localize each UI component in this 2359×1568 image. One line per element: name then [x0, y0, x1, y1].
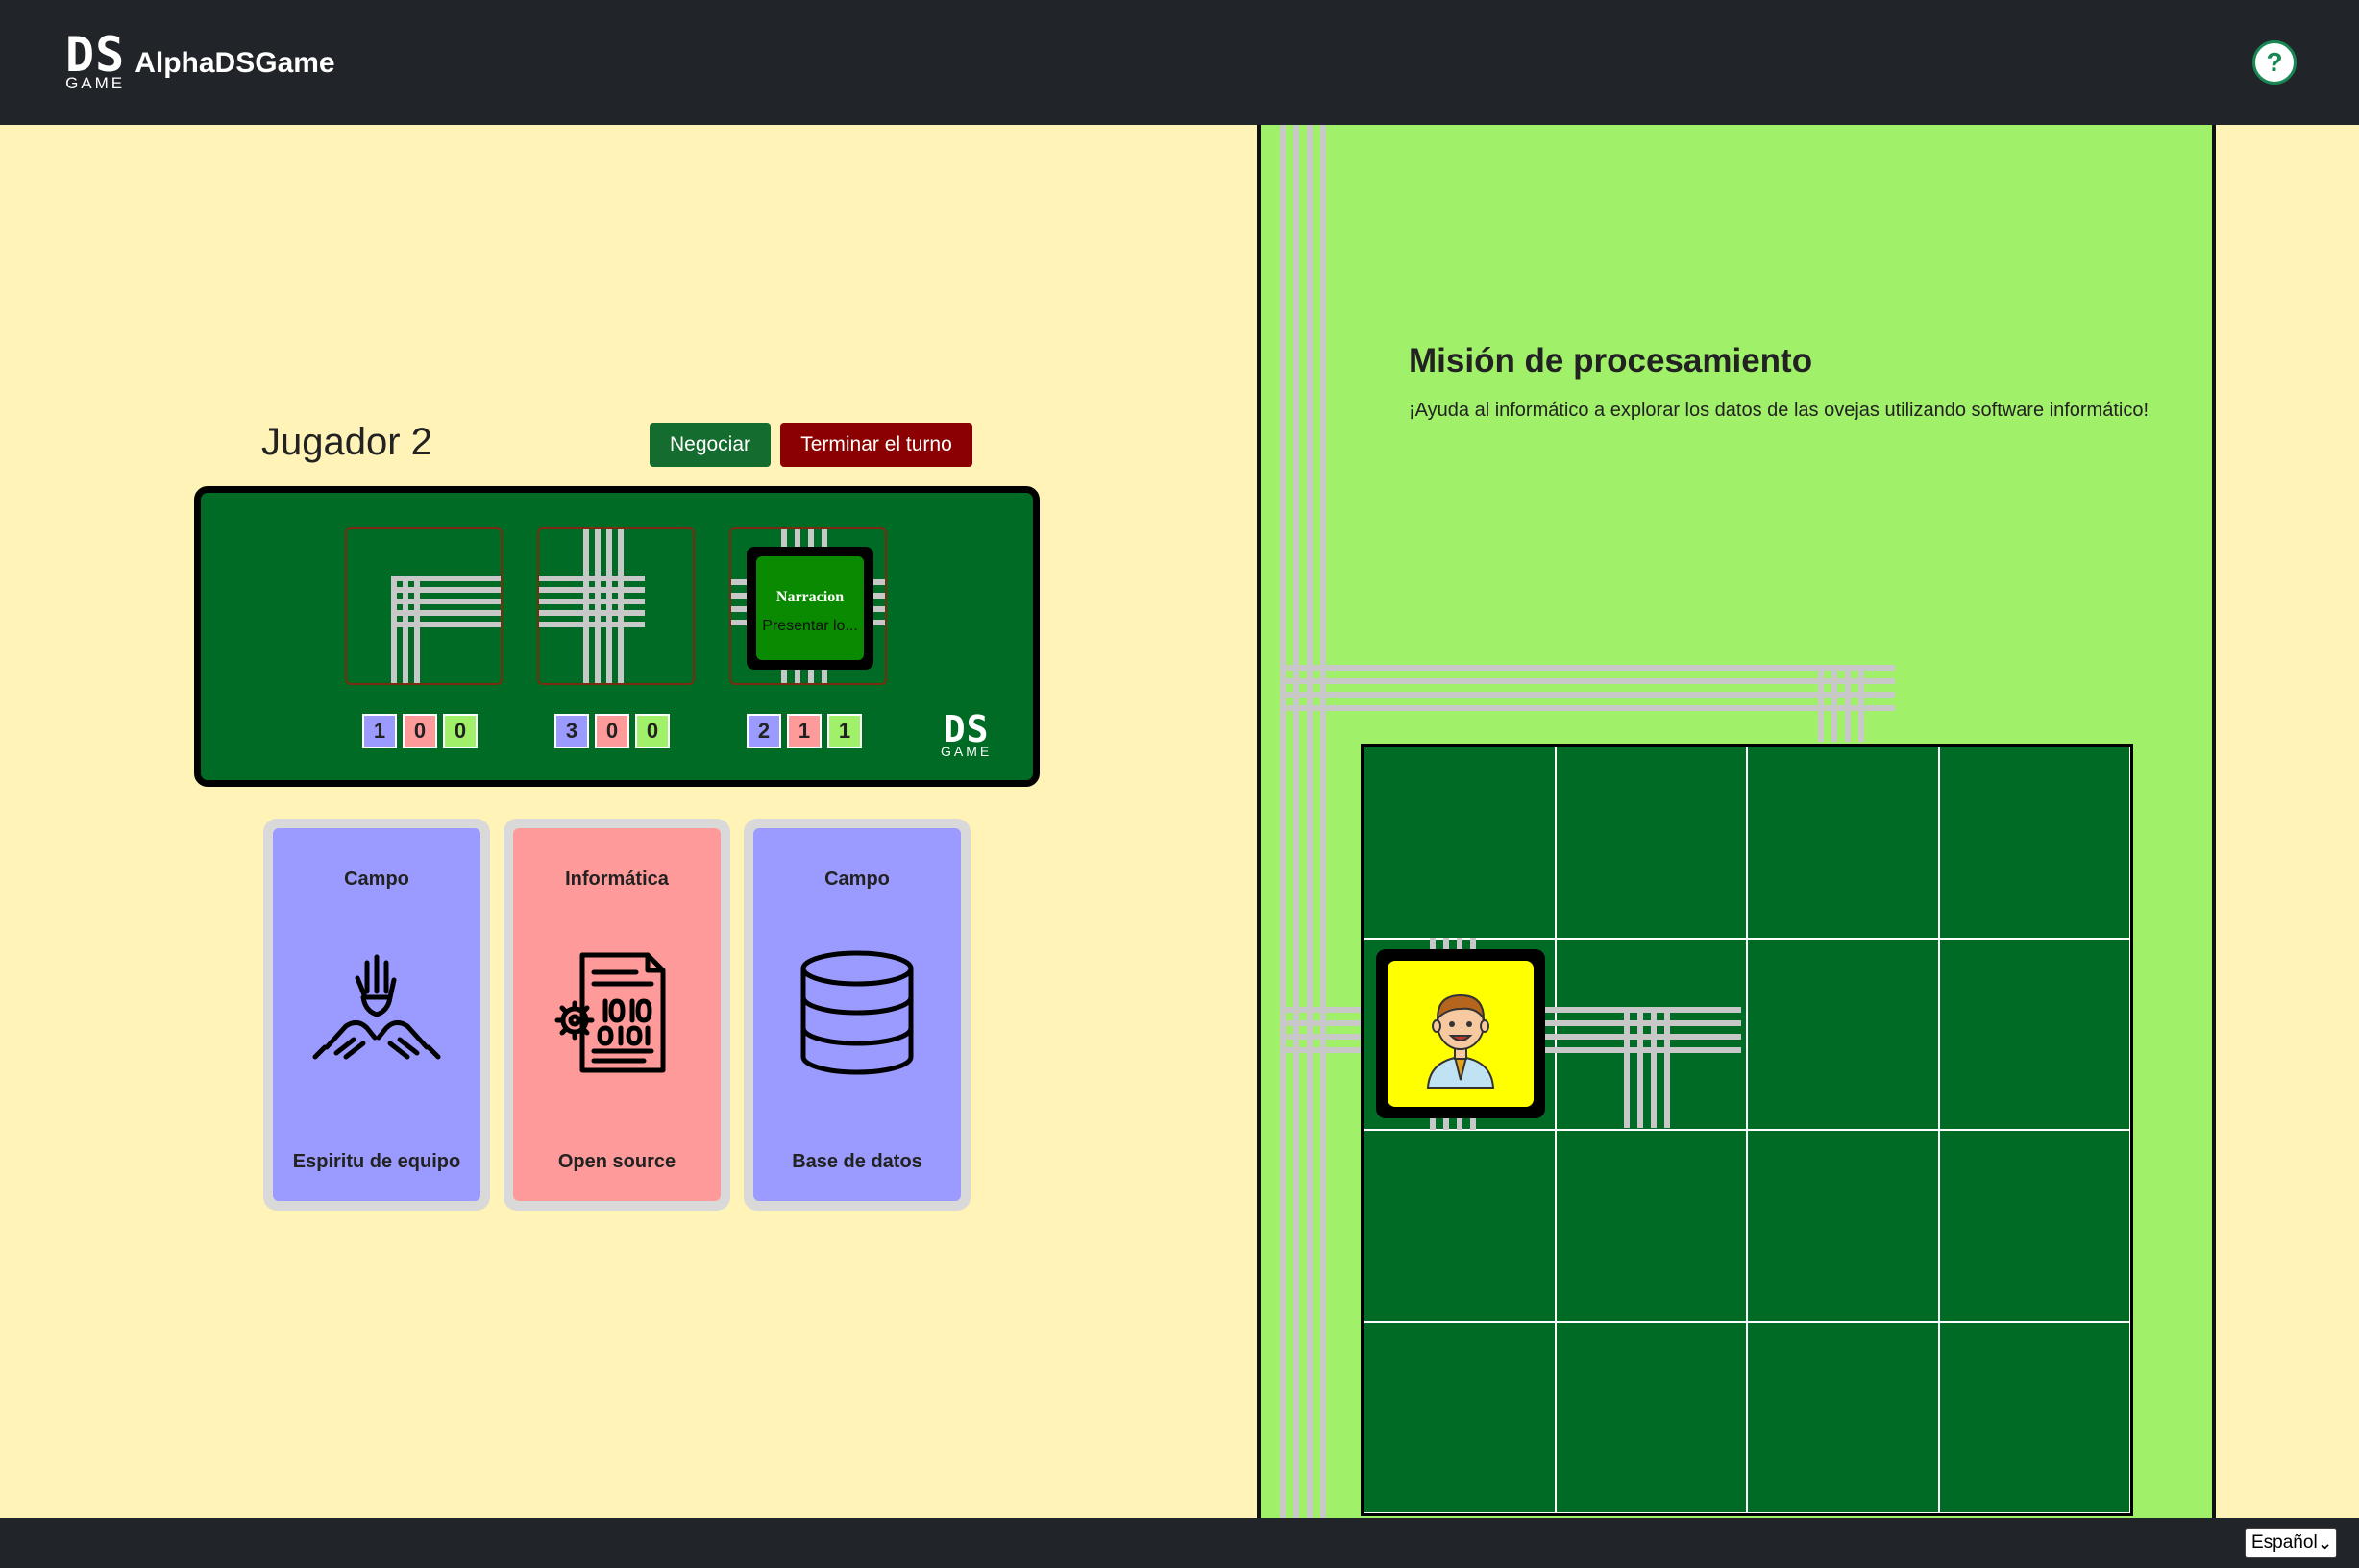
grid-cell[interactable]: [1938, 1130, 2130, 1322]
grid-cell[interactable]: [1747, 1130, 1939, 1322]
grid-cell[interactable]: [1938, 1321, 2130, 1513]
count-green: 0: [443, 714, 478, 748]
count-green: 1: [827, 714, 862, 748]
card-name: Open source: [557, 1151, 676, 1172]
teamwork-hands-icon: [312, 954, 441, 1060]
hand-card-2[interactable]: Informática Open source: [504, 819, 730, 1211]
card-type: Informática: [565, 869, 669, 890]
grid-cell[interactable]: [1555, 747, 1747, 939]
card-type: Campo: [344, 869, 409, 890]
narration-card-title: Narracion: [775, 589, 845, 605]
slot-2-counts: 3 0 0: [554, 714, 670, 748]
count-red: 0: [403, 714, 437, 748]
grid-cell[interactable]: [1938, 938, 2130, 1130]
board-slot-1[interactable]: [345, 527, 503, 685]
help-icon[interactable]: ?: [2252, 40, 2297, 85]
language-select-value: Español: [2251, 1532, 2318, 1553]
board-ds-game-logo: DS GAME: [941, 708, 993, 759]
narration-card-desc: Presentar lo...: [762, 618, 858, 634]
footer: Español ⌄: [0, 1518, 2359, 1568]
hand-card-1[interactable]: Campo Espiritu de equipo: [263, 819, 490, 1211]
chevron-down-icon: ⌄: [2317, 1532, 2333, 1554]
grid-cell[interactable]: [1938, 747, 2130, 939]
language-select[interactable]: Español ⌄: [2245, 1528, 2337, 1558]
grid-cell[interactable]: [1364, 747, 1556, 939]
count-blue: 3: [554, 714, 589, 748]
brand-link[interactable]: DS GAME AlphaDSGame: [65, 27, 335, 92]
mission-title: Misión de procesamiento: [1409, 342, 1813, 380]
card-name: Espiritu de equipo: [292, 1151, 461, 1172]
count-blue: 2: [747, 714, 781, 748]
hand-card-3[interactable]: Campo Base de datos: [744, 819, 971, 1211]
computer-scientist-avatar-icon: [1426, 993, 1495, 1089]
grid-cell[interactable]: [1747, 1321, 1939, 1513]
grid-cell[interactable]: [1747, 938, 1939, 1130]
count-blue: 1: [362, 714, 397, 748]
count-red: 0: [595, 714, 629, 748]
board-slot-2[interactable]: [537, 527, 695, 685]
board-slot-3[interactable]: Narracion Presentar lo...: [729, 527, 887, 685]
grid-cell[interactable]: [1364, 1321, 1556, 1513]
navbar: DS GAME AlphaDSGame ?: [0, 0, 2359, 125]
player-piece[interactable]: [1376, 949, 1545, 1118]
app-name: AlphaDSGame: [135, 47, 335, 79]
database-icon: [800, 950, 914, 1075]
count-green: 0: [635, 714, 670, 748]
count-red: 1: [787, 714, 822, 748]
end-turn-button[interactable]: Terminar el turno: [780, 423, 972, 467]
grid-cell[interactable]: [1555, 1130, 1747, 1322]
mission-panel: Misión de procesamiento ¡Ayuda al inform…: [1257, 125, 2216, 1518]
card-name: Base de datos: [792, 1151, 922, 1172]
ds-game-logo: DS GAME: [65, 27, 126, 92]
grid-cell[interactable]: [1364, 1130, 1556, 1322]
slot-1-counts: 1 0 0: [362, 714, 478, 748]
negotiate-button[interactable]: Negociar: [650, 423, 771, 467]
card-type: Campo: [824, 869, 890, 890]
narration-card[interactable]: Narracion Presentar lo...: [747, 547, 873, 670]
slot-3-counts: 2 1 1: [747, 714, 862, 748]
mission-description: ¡Ayuda al informático a explorar los dat…: [1409, 400, 2150, 421]
player-name: Jugador 2: [261, 421, 432, 463]
source-code-gear-icon: [554, 952, 666, 1073]
grid-cell[interactable]: [1555, 1321, 1747, 1513]
game-grid: [1361, 744, 2133, 1516]
grid-cell[interactable]: [1747, 747, 1939, 939]
player-board: 1 0 0 3 0 0 Narracion Presentar lo... 2 …: [194, 486, 1040, 787]
